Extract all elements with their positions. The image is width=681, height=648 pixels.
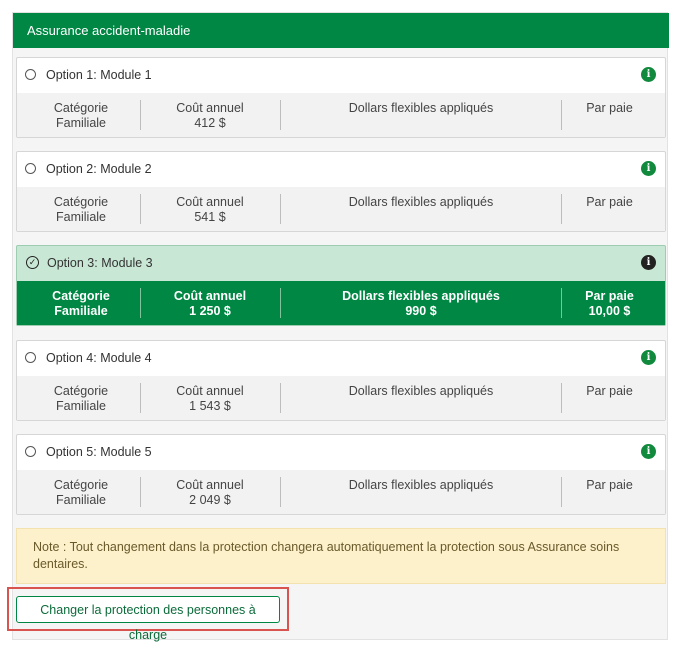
category-cell: Catégorie Familiale xyxy=(32,101,130,131)
option-details: Catégorie Familiale Coût annuel 541 $ Doll… xyxy=(17,187,665,231)
option-card-1[interactable]: Option 1: Module 1 i Catégorie Familiale … xyxy=(16,57,666,138)
per-pay-cell: Par paie xyxy=(562,195,657,210)
per-pay-cell: Par paie xyxy=(562,478,657,493)
radio-unchecked-icon[interactable] xyxy=(25,163,36,174)
category-cell: Catégorie Familiale xyxy=(32,195,130,225)
info-icon[interactable]: i xyxy=(641,255,656,270)
per-pay-cell: Par paie xyxy=(562,384,657,399)
option-card-5[interactable]: Option 5: Module 5 i Catégorie Familiale … xyxy=(16,434,666,515)
section-title: Assurance accident-maladie xyxy=(27,23,191,38)
cost-cell: Coût annuel 1 543 $ xyxy=(141,384,279,414)
category-cell: Catégorie Familiale xyxy=(32,384,130,414)
flex-dollars-cell: Dollars flexibles appliqués xyxy=(281,101,561,116)
category-label: Catégorie xyxy=(53,195,109,209)
check-circle-icon[interactable]: ✓ xyxy=(26,256,39,269)
option-title: Option 1: Module 1 xyxy=(46,68,152,82)
per-pay-label: Par paie xyxy=(585,289,634,303)
option-title: Option 2: Module 2 xyxy=(46,162,152,176)
category-label: Catégorie xyxy=(52,289,110,303)
per-pay-cell: Par paie xyxy=(562,101,657,116)
option-title: Option 5: Module 5 xyxy=(46,445,152,459)
per-pay-label: Par paie xyxy=(586,384,633,398)
category-label: Catégorie xyxy=(53,101,109,115)
per-pay-label: Par paie xyxy=(586,478,633,492)
category-label: Catégorie xyxy=(53,478,109,492)
option-card-2[interactable]: Option 2: Module 2 i Catégorie Familiale … xyxy=(16,151,666,232)
flex-dollars-cell: Dollars flexibles appliqués xyxy=(281,384,561,399)
option-header[interactable]: Option 5: Module 5 i xyxy=(17,435,665,470)
flex-dollars-label: Dollars flexibles appliqués xyxy=(348,101,494,115)
cost-value: 2 049 $ xyxy=(189,493,231,507)
flex-dollars-cell: Dollars flexibles appliqués xyxy=(281,478,561,493)
flex-dollars-label: Dollars flexibles appliqués xyxy=(342,289,500,303)
option-header[interactable]: Option 2: Module 2 i xyxy=(17,152,665,187)
radio-unchecked-icon[interactable] xyxy=(25,446,36,457)
per-pay-label: Par paie xyxy=(586,195,633,209)
info-icon[interactable]: i xyxy=(641,161,656,176)
radio-unchecked-icon[interactable] xyxy=(25,352,36,363)
flex-dollars-label: Dollars flexibles appliqués xyxy=(348,478,494,492)
per-pay-value: 10,00 $ xyxy=(588,304,631,318)
cost-cell: Coût annuel 541 $ xyxy=(141,195,279,225)
category-value: Familiale xyxy=(55,116,106,130)
option-card-3[interactable]: ✓ Option 3: Module 3 i Catégorie Familial… xyxy=(16,245,666,326)
flex-dollars-cell: Dollars flexibles appliqués xyxy=(281,195,561,210)
health-insurance-panel: Assurance accident-maladie Option 1: Mod… xyxy=(7,12,669,642)
info-icon[interactable]: i xyxy=(641,67,656,82)
info-icon[interactable]: i xyxy=(641,444,656,459)
cost-value: 412 $ xyxy=(194,116,226,130)
option-header[interactable]: Option 4: Module 4 i xyxy=(17,341,665,376)
cost-value: 1 250 $ xyxy=(189,304,231,318)
per-pay-cell: Par paie 10,00 $ xyxy=(562,289,657,319)
note-text: Note : Tout changement dans la protectio… xyxy=(33,540,620,571)
cost-label: Coût annuel xyxy=(173,289,247,303)
option-details: Catégorie Familiale Coût annuel 1 543 $ Do… xyxy=(17,376,665,420)
info-icon[interactable]: i xyxy=(641,350,656,365)
category-label: Catégorie xyxy=(53,384,109,398)
cost-cell: Coût annuel 1 250 $ xyxy=(141,289,279,319)
section-header: Assurance accident-maladie xyxy=(13,13,669,48)
change-dependents-button[interactable]: Changer la protection des personnes à ch… xyxy=(16,596,280,642)
flex-dollars-value: 990 $ xyxy=(405,304,437,318)
cost-cell: Coût annuel 2 049 $ xyxy=(141,478,279,508)
category-cell: Catégorie Familiale xyxy=(32,478,130,508)
cost-label: Coût annuel xyxy=(176,195,244,209)
cost-value: 541 $ xyxy=(194,210,226,224)
flex-dollars-label: Dollars flexibles appliqués xyxy=(348,195,494,209)
option-header[interactable]: ✓ Option 3: Module 3 i xyxy=(17,246,665,281)
cost-value: 1 543 $ xyxy=(189,399,231,413)
radio-unchecked-icon[interactable] xyxy=(25,69,36,80)
per-pay-label: Par paie xyxy=(586,101,633,115)
option-card-4[interactable]: Option 4: Module 4 i Catégorie Familiale … xyxy=(16,340,666,421)
category-value: Familiale xyxy=(55,399,106,413)
highlight-box: Changer la protection des personnes à ch… xyxy=(7,587,289,642)
option-details: Catégorie Familiale Coût annuel 412 $ Doll… xyxy=(17,93,665,137)
category-value: Familiale xyxy=(54,304,108,318)
flex-dollars-label: Dollars flexibles appliqués xyxy=(348,384,494,398)
cost-label: Coût annuel xyxy=(176,384,244,398)
cost-label: Coût annuel xyxy=(176,101,244,115)
category-cell: Catégorie Familiale xyxy=(32,289,130,319)
category-value: Familiale xyxy=(55,210,106,224)
option-header[interactable]: Option 1: Module 1 i xyxy=(17,58,665,93)
flex-dollars-cell: Dollars flexibles appliqués 990 $ xyxy=(281,289,561,319)
option-title: Option 3: Module 3 xyxy=(47,256,153,270)
cost-cell: Coût annuel 412 $ xyxy=(141,101,279,131)
change-note: Note : Tout changement dans la protectio… xyxy=(16,528,666,584)
option-details: Catégorie Familiale Coût annuel 2 049 $ Do… xyxy=(17,470,665,514)
cost-label: Coût annuel xyxy=(176,478,244,492)
option-title: Option 4: Module 4 xyxy=(46,351,152,365)
category-value: Familiale xyxy=(55,493,106,507)
option-details: Catégorie Familiale Coût annuel 1 250 $ Do… xyxy=(17,281,665,325)
